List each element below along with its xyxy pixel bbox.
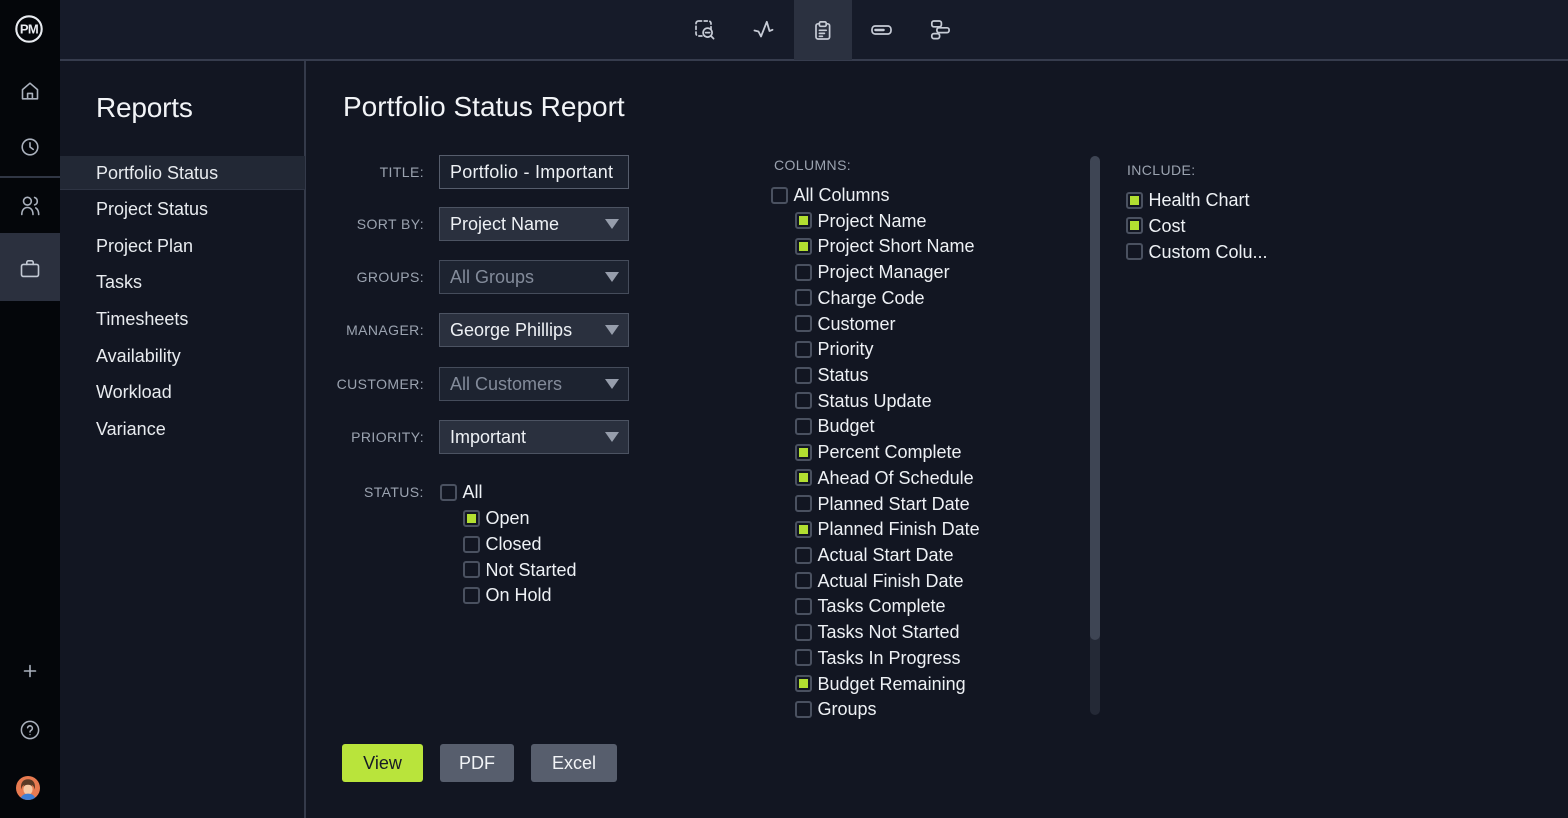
svg-text:PM: PM bbox=[20, 22, 38, 37]
